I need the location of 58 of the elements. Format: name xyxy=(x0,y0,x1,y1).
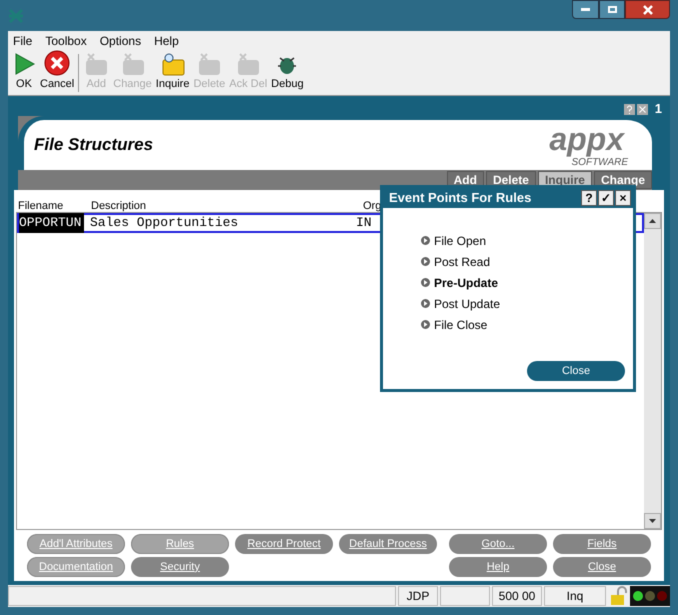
padlock-icon xyxy=(608,586,628,606)
frame-title: File Structures xyxy=(34,134,154,156)
folder-search-icon xyxy=(160,52,186,76)
menu-item[interactable]: Help xyxy=(154,32,179,50)
menu-item[interactable]: Toolbox xyxy=(45,32,87,50)
action-button[interactable]: Record Protect xyxy=(235,534,333,554)
logo-text: appx xyxy=(549,121,626,157)
action-button[interactable]: Help xyxy=(449,557,547,577)
status-cell: Inq xyxy=(544,586,606,606)
traffic-light-icon xyxy=(630,586,670,606)
event-option[interactable]: File Open xyxy=(421,232,633,249)
toolbar-button[interactable]: Inquire xyxy=(154,52,192,92)
column-header: Description xyxy=(91,199,148,212)
menu-item[interactable]: Options xyxy=(100,32,142,50)
bullet-icon xyxy=(421,299,430,308)
bullet-icon xyxy=(421,278,430,287)
action-button[interactable]: Fields xyxy=(553,534,651,554)
toolbar-button[interactable]: Debug xyxy=(269,52,306,92)
event-option[interactable]: File Close xyxy=(421,316,633,333)
down-arrow-icon xyxy=(649,519,656,523)
close-button[interactable]: Close xyxy=(527,361,625,381)
status-cell: 500 00 xyxy=(492,586,542,606)
up-arrow-icon xyxy=(649,219,656,223)
folder-icon xyxy=(196,52,222,76)
action-button[interactable]: Close xyxy=(553,557,651,577)
close-button[interactable] xyxy=(625,0,670,19)
scrollbar[interactable] xyxy=(644,213,661,529)
menu-item[interactable]: File xyxy=(13,32,32,50)
column-header: Filename xyxy=(18,199,64,212)
status-cell xyxy=(440,586,490,606)
action-button[interactable]: Goto... xyxy=(449,534,547,554)
maximize-button[interactable] xyxy=(599,0,625,19)
folder-icon xyxy=(83,52,110,76)
close-icon xyxy=(637,104,648,114)
close-icon xyxy=(44,50,70,76)
title-button[interactable]: × xyxy=(615,190,631,206)
event-option[interactable]: Post Update xyxy=(421,295,633,312)
event-option[interactable]: Pre-Update xyxy=(421,274,633,291)
minimize-button[interactable] xyxy=(572,0,599,19)
toolbar-button[interactable]: OK xyxy=(10,52,38,92)
frame-number: 1 xyxy=(654,100,662,118)
status-cell: JDP xyxy=(398,586,438,606)
dialog-title: Event Points For Rules xyxy=(389,189,532,208)
table-cell-text: IN xyxy=(356,214,372,232)
table-cell: OPPORTUN xyxy=(19,213,84,233)
action-button[interactable]: Default Process xyxy=(339,534,437,554)
event-option[interactable]: Post Read xyxy=(421,253,633,270)
title-button[interactable]: ✓ xyxy=(598,190,614,206)
toolbar-button[interactable]: Cancel xyxy=(38,50,76,92)
bullet-icon xyxy=(421,236,430,245)
folder-icon xyxy=(235,52,262,76)
action-button[interactable]: Security xyxy=(131,557,229,577)
logo-subtitle: SOFTWARE xyxy=(572,157,628,169)
title-button[interactable]: ? xyxy=(581,190,597,206)
close-icon xyxy=(642,4,652,14)
bullet-icon xyxy=(421,320,430,329)
bullet-icon xyxy=(421,257,430,266)
table-cell-text: Sales Opportunities xyxy=(89,214,240,232)
